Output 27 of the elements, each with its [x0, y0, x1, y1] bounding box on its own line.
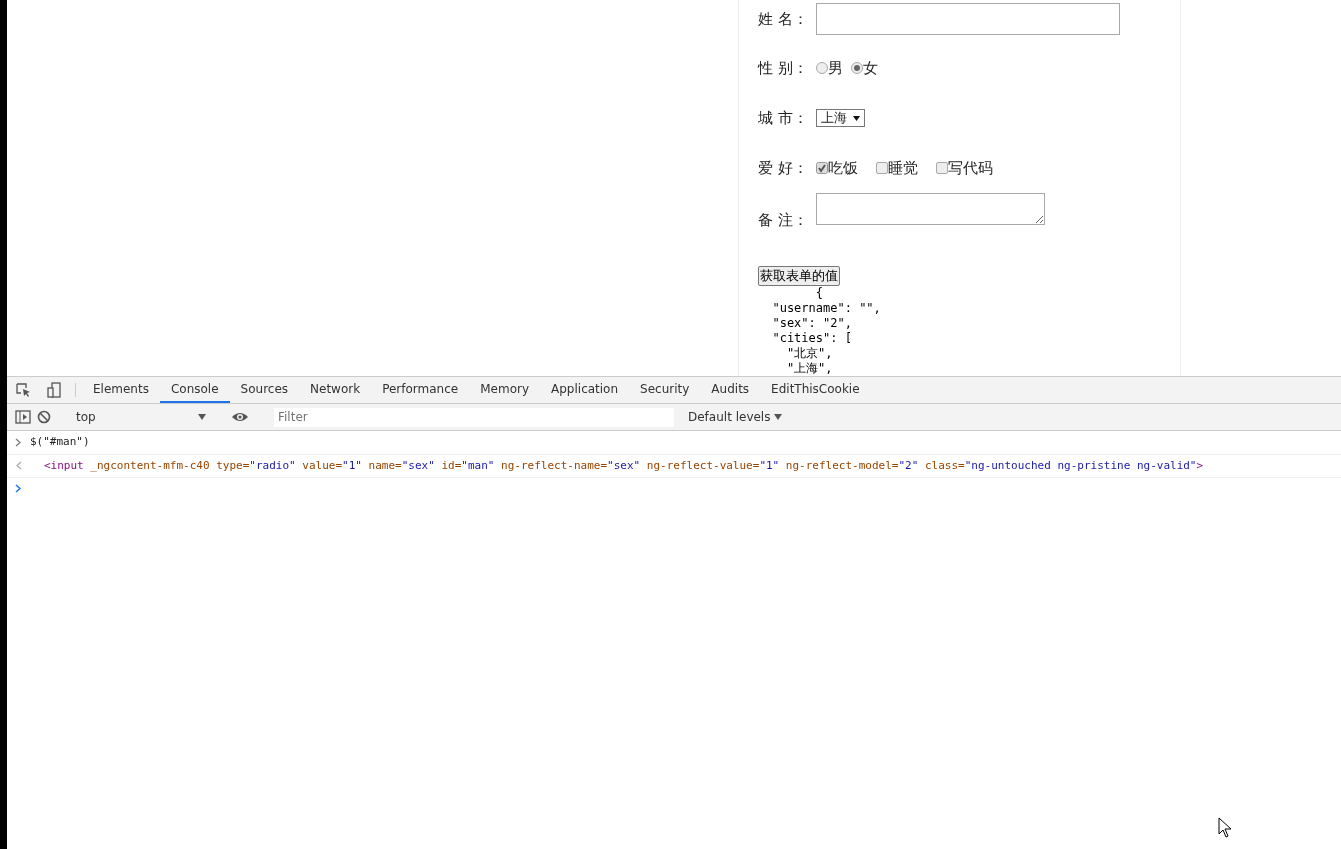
devtools-tab[interactable]: Memory — [469, 377, 540, 403]
context-select[interactable]: top — [76, 408, 206, 426]
devtools-tab[interactable]: Audits — [700, 377, 761, 403]
devtools-tab[interactable]: Security — [629, 377, 701, 403]
field-label: 爱 好： — [758, 157, 809, 179]
json-output: { "username": "", "sex": "2", "cities": [ "北京", "上海", — [771, 286, 882, 376]
option-label: 吃饭 — [828, 157, 858, 179]
get-form-values-button[interactable]: 获取表单的值 — [758, 266, 840, 286]
devtools-tab[interactable]: Performance — [371, 377, 470, 403]
filter-input[interactable]: Filter — [274, 407, 674, 427]
field-label: 姓 名： — [758, 8, 809, 30]
option-label: 男 — [828, 57, 843, 79]
console-input-text: $("#man") — [30, 434, 90, 450]
option-label: 睡觉 — [888, 157, 918, 179]
option-label: 写代码 — [948, 157, 993, 179]
field-label: 城 市： — [758, 107, 809, 129]
city-select[interactable]: 上海 — [816, 109, 865, 127]
devtools-tab[interactable]: Application — [540, 377, 630, 403]
console-output-text: <input _ngcontent-mfm-c40 type="radio" value="1" name="sex" id="man" ng-reflect-name="sex" ng-reflect-value="1" ng-reflect-model="2" class="ng-untouched ng-pristine ng-valid"> — [44, 457, 1204, 474]
field-label: 备 注： — [758, 210, 809, 231]
option-label: 女 — [863, 57, 878, 79]
devtools-tab[interactable]: Sources — [229, 377, 300, 403]
devtools-tab[interactable]: Network — [299, 377, 372, 403]
log-levels-dropdown[interactable]: Default levels — [688, 408, 783, 426]
devtools-tab[interactable]: EditThisCookie — [760, 377, 871, 403]
devtools-tab[interactable]: Elements — [82, 377, 160, 403]
field-label: 性 别： — [758, 57, 809, 79]
